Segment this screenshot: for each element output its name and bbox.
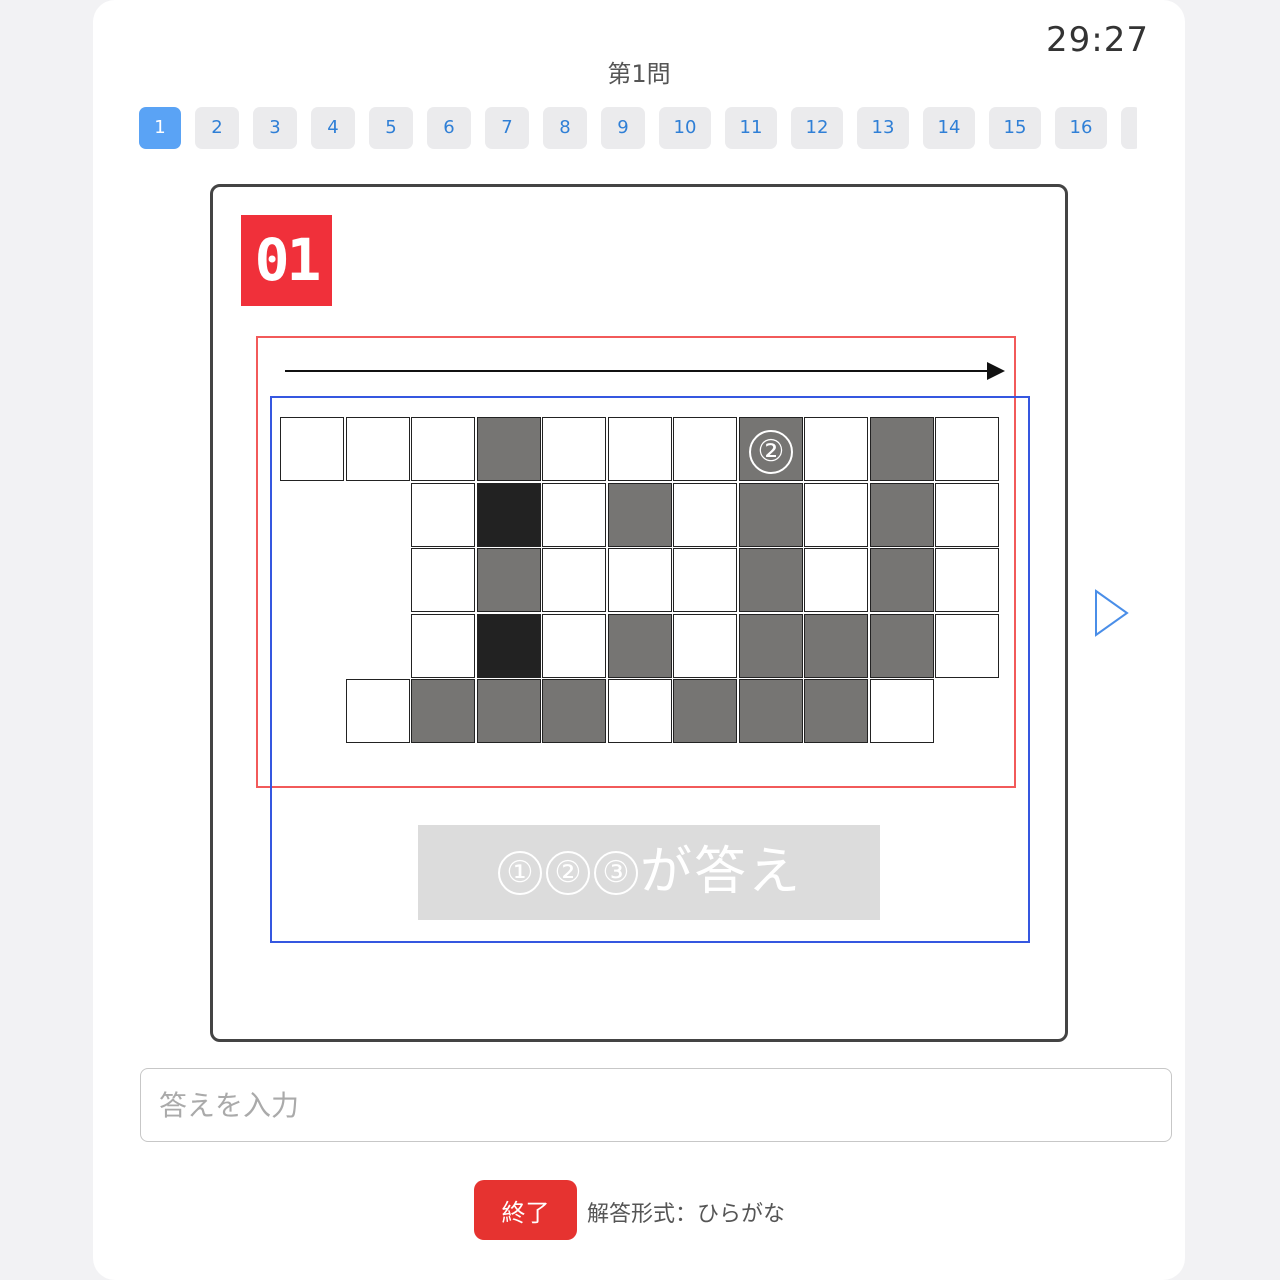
grid-cell [935,482,999,547]
grid-cell [673,417,737,481]
question-tab-7[interactable]: 7 [485,107,529,149]
grid-cell [673,482,737,547]
grid-cell [542,679,606,743]
play-triangle-icon [1095,589,1129,637]
grid-cell [869,613,934,678]
grid-cell [804,679,868,743]
question-tab-15[interactable]: 15 [989,107,1041,149]
grid-cell [345,417,410,481]
grid-cell [542,482,606,547]
reading-direction-arrow-icon [285,362,1005,380]
question-tab-16[interactable]: 16 [1055,107,1107,149]
question-tab-1[interactable]: 1 [139,107,181,149]
answer-input[interactable] [140,1068,1172,1142]
question-tab-10[interactable]: 10 [659,107,711,149]
circled-number-1: ① [497,850,542,895]
answer-format-label: 解答形式：ひらがな [587,1202,786,1227]
circled-number-2: ② [545,850,590,895]
circled-numbers: ①②③ [496,850,640,895]
question-tab-2[interactable]: 2 [195,107,239,149]
question-tab-9[interactable]: 9 [601,107,645,149]
grid-cell [935,613,999,678]
grid-cell [411,613,475,678]
grid-cell [738,548,803,612]
grid-cell [411,482,475,547]
grid-cell [607,613,672,678]
grid-cell [607,482,672,547]
grid-cell [869,482,934,547]
grid-cell [607,417,672,481]
grid-cell [673,613,737,678]
question-tab-4[interactable]: 4 [311,107,355,149]
grid-cell [476,679,541,743]
question-tab-13[interactable]: 13 [857,107,909,149]
circled-number-marker: ② [749,430,793,474]
grid-cell [804,417,868,481]
grid-cell [738,613,803,678]
question-tab-next[interactable] [1121,107,1137,149]
grid-cell [935,417,999,481]
grid-cell [673,548,737,612]
grid-cell [476,482,541,547]
end-button[interactable]: 終了 [474,1180,577,1240]
question-tab-3[interactable]: 3 [253,107,297,149]
grid-cell [411,548,475,612]
grid-cell [345,679,410,743]
grid-cell [738,679,803,743]
grid-cell [607,679,672,743]
grid-cell [476,417,541,481]
question-tab-12[interactable]: 12 [791,107,843,149]
grid-cell [542,548,606,612]
question-navigation: 1 2 3 4 5 6 7 8 9 10 11 12 13 14 15 16 [139,107,1137,151]
question-tab-5[interactable]: 5 [369,107,413,149]
grid-cell [673,679,737,743]
grid-cell [804,613,868,678]
grid-cell [738,482,803,547]
grid-cell [869,417,934,481]
answer-hint-text: が答え [639,842,802,902]
grid-cell [804,482,868,547]
grid-cell [869,548,934,612]
grid-cell [280,417,344,481]
question-tab-11[interactable]: 11 [725,107,777,149]
grid-cell [804,548,868,612]
grid-cell [935,548,999,612]
quiz-card: 29:27 第1問 1 2 3 4 5 6 7 8 9 10 11 12 13 14 15 16 01 ② ①… [93,0,1185,1280]
circled-number-3: ③ [593,850,638,895]
grid-cell [542,417,606,481]
question-tab-14[interactable]: 14 [923,107,975,149]
question-tab-6[interactable]: 6 [427,107,471,149]
answer-hint-banner: ①②③ が答え [418,825,880,920]
grid-cell [411,679,475,743]
grid-cell [476,613,541,678]
question-tab-8[interactable]: 8 [543,107,587,149]
grid-cell [411,417,475,481]
puzzle-number-badge: 01 [241,215,332,306]
grid-cell [869,679,934,743]
next-question-button[interactable] [1093,588,1133,640]
question-title: 第1問 [607,60,671,88]
grid-cell [607,548,672,612]
grid-cell [542,613,606,678]
grid-cell [476,548,541,612]
